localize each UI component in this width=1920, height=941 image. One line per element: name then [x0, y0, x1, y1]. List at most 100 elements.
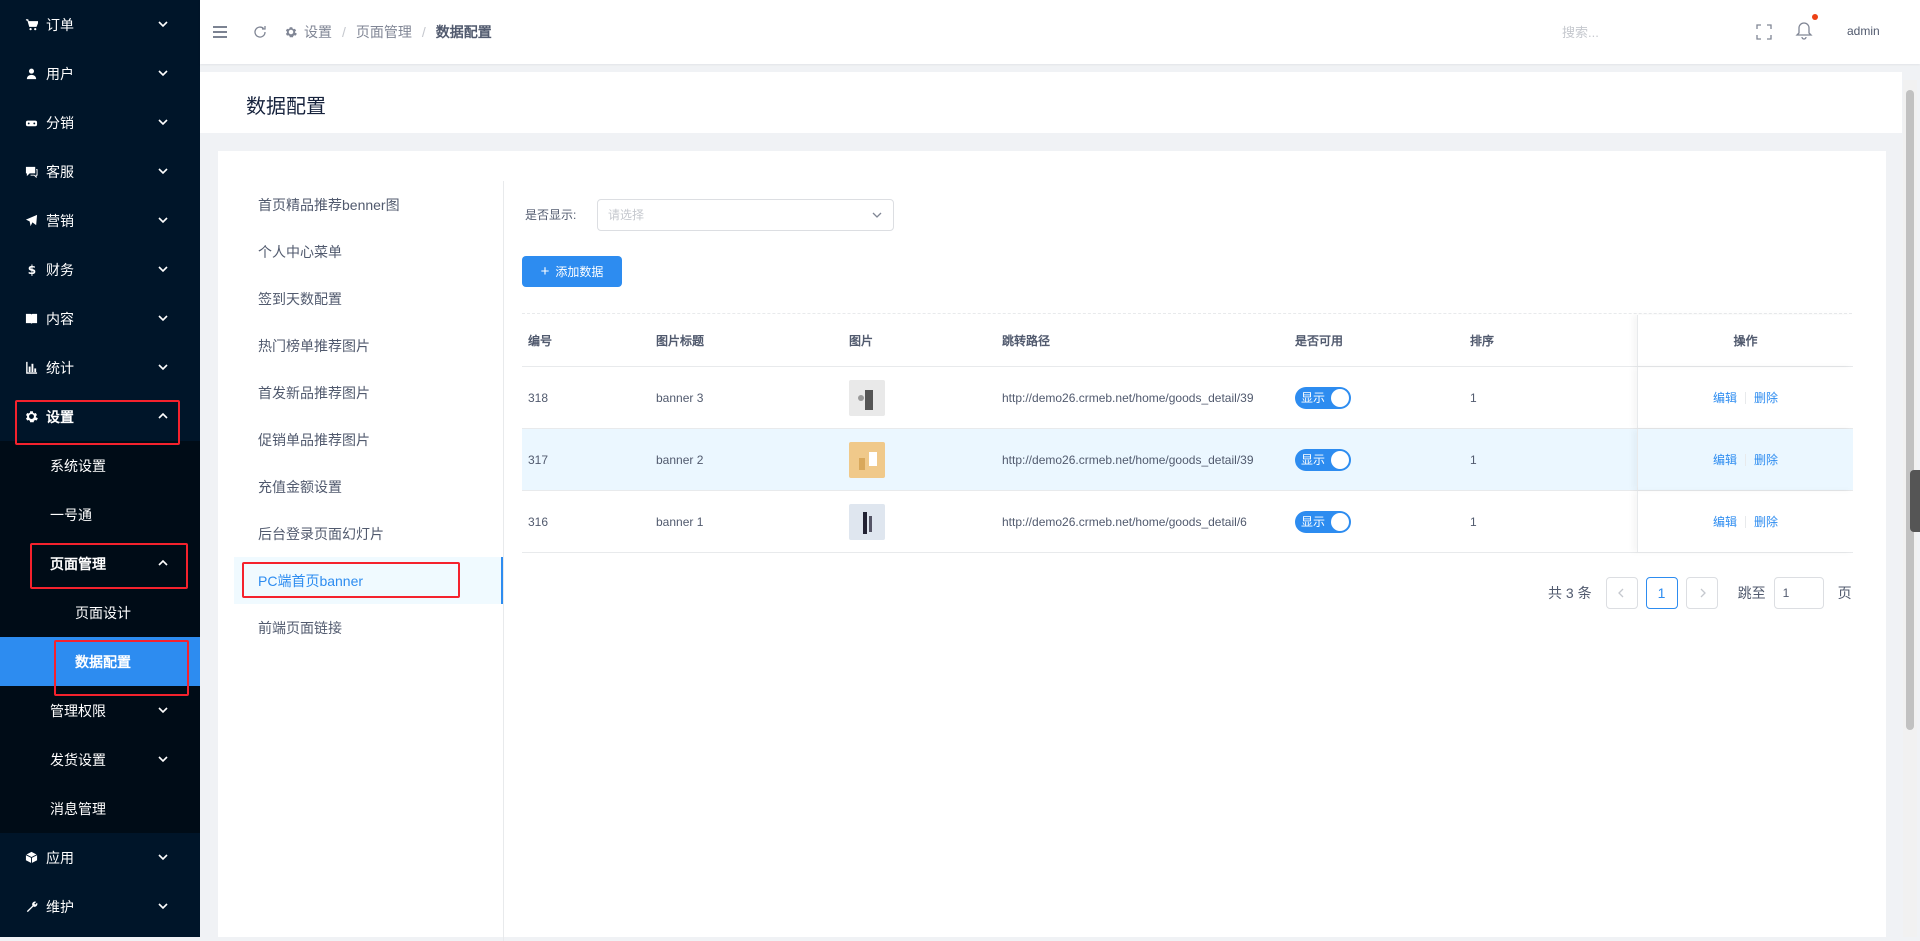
sidebar-item-data-config[interactable]: 数据配置: [0, 637, 200, 686]
pagination: 共 3 条 1 跳至 1 页: [1548, 577, 1852, 609]
book-icon: [24, 312, 38, 326]
status-toggle[interactable]: 显示: [1295, 510, 1351, 533]
sidebar-item-system-settings[interactable]: 系统设置: [0, 441, 200, 490]
delete-link[interactable]: 删除: [1754, 389, 1778, 406]
cell-image: [849, 367, 885, 428]
send-icon: [24, 214, 38, 228]
add-data-label: 添加数据: [555, 265, 604, 279]
plus-icon: +: [540, 263, 550, 280]
sidebar-item-wrench[interactable]: 维护: [0, 882, 200, 931]
sidebar-item-page-design[interactable]: 页面设计: [0, 588, 200, 637]
chevron-down-icon: [158, 315, 168, 322]
sidebar-item-cart[interactable]: 订单: [0, 0, 200, 49]
config-category-item[interactable]: PC端首页banner: [234, 557, 503, 604]
sidebar-item-label: 一号通: [50, 506, 92, 523]
sidebar-item-admin-perm[interactable]: 管理权限: [0, 686, 200, 735]
sidebar-item-send[interactable]: 营销: [0, 196, 200, 245]
display-select[interactable]: 请选择: [597, 199, 894, 231]
breadcrumb-current: 数据配置: [435, 24, 492, 40]
sidebar-item-cube[interactable]: 应用: [0, 833, 200, 882]
column-header: 图片标题: [656, 334, 705, 348]
edit-link[interactable]: 编辑: [1713, 451, 1737, 468]
chevron-down-icon: [158, 119, 168, 126]
sidebar-item-shipping[interactable]: 发货设置: [0, 735, 200, 784]
sidebar-item-label: 内容: [46, 310, 74, 327]
menu-toggle-icon[interactable]: [210, 22, 230, 42]
status-toggle[interactable]: 显示: [1295, 386, 1351, 409]
side-widget[interactable]: [1910, 470, 1920, 532]
cell-title: banner 1: [656, 514, 704, 529]
bell-icon[interactable]: [1794, 14, 1818, 41]
sidebar-item-dollar[interactable]: $ 财务: [0, 245, 200, 294]
sidebar-item-label: 财务: [46, 261, 74, 278]
breadcrumb-item[interactable]: 页面管理: [356, 22, 412, 42]
sidebar-item-label: 设置: [46, 408, 74, 425]
user-name[interactable]: admin: [1847, 24, 1880, 38]
scrollbar-thumb[interactable]: [1906, 90, 1914, 730]
chevron-up-icon: [158, 412, 168, 419]
cell-status: 显示: [1295, 491, 1351, 552]
sidebar-item-user[interactable]: 用户: [0, 49, 200, 98]
status-toggle[interactable]: 显示: [1295, 448, 1351, 471]
page-suffix: 页: [1837, 585, 1852, 601]
refresh-icon[interactable]: [250, 22, 270, 42]
divider: [1745, 515, 1746, 528]
cell-actions: 编辑 删除: [1637, 429, 1853, 490]
cart-icon: [24, 18, 38, 32]
sidebar-item-page-manage[interactable]: 页面管理: [0, 539, 200, 588]
gear-icon: [24, 410, 38, 424]
sidebar-item-settings[interactable]: 设置: [0, 392, 200, 441]
config-category-item[interactable]: 签到天数配置: [234, 275, 503, 322]
sidebar-item-distribution[interactable]: 分销: [0, 98, 200, 147]
breadcrumb-item[interactable]: 设置: [304, 22, 332, 42]
config-category-item[interactable]: 充值金额设置: [234, 463, 503, 510]
sidebar-item-label: 订单: [46, 16, 74, 33]
sidebar-item-label: 数据配置: [75, 653, 131, 670]
sidebar-item-yihaotong[interactable]: 一号通: [0, 490, 200, 539]
config-category-item[interactable]: 首发新品推荐图片: [234, 369, 503, 416]
config-category-item[interactable]: 后台登录页面幻灯片: [234, 510, 503, 557]
config-category-item[interactable]: 前端页面链接: [234, 604, 503, 651]
dollar-icon: $: [24, 263, 38, 277]
next-page-button[interactable]: [1685, 577, 1718, 609]
search-input[interactable]: 搜索...: [1562, 22, 1682, 41]
sidebar-item-bar-chart[interactable]: 统计: [0, 343, 200, 392]
user-icon: [24, 67, 38, 81]
wrench-icon: [24, 900, 38, 914]
sidebar-item-label: 管理权限: [50, 702, 106, 719]
chevron-down-icon: [158, 903, 168, 910]
page-title: 数据配置: [246, 96, 326, 118]
cell-actions: 编辑 删除: [1637, 367, 1853, 428]
cell-actions: 编辑 删除: [1637, 491, 1853, 552]
add-data-button[interactable]: + 添加数据: [522, 256, 622, 287]
sidebar-item-label: 用户: [46, 65, 74, 82]
sidebar-item-label: 分销: [46, 114, 74, 131]
delete-link[interactable]: 删除: [1754, 513, 1778, 530]
cell-title: banner 3: [656, 390, 704, 405]
banner-thumbnail[interactable]: [849, 441, 885, 478]
sidebar-item-label: 消息管理: [50, 800, 106, 817]
config-category-item[interactable]: 个人中心菜单: [234, 228, 503, 275]
sidebar-item-label: 营销: [46, 212, 74, 229]
config-category-item[interactable]: 首页精品推荐benner图: [234, 181, 503, 228]
toggle-label: 显示: [1301, 514, 1326, 529]
breadcrumb-separator: /: [421, 24, 426, 40]
banner-thumbnail[interactable]: [849, 379, 885, 416]
edit-link[interactable]: 编辑: [1713, 389, 1737, 406]
prev-page-button[interactable]: [1605, 577, 1638, 609]
jump-page-input[interactable]: 1: [1773, 577, 1824, 609]
delete-link[interactable]: 删除: [1754, 451, 1778, 468]
table-row: 316 banner 1 http://demo26.crmeb.net/home/…: [522, 491, 1853, 553]
sidebar-item-message[interactable]: 消息管理: [0, 784, 200, 833]
pagination-total: 共 3 条: [1548, 585, 1592, 601]
fullscreen-icon[interactable]: [1754, 22, 1774, 42]
column-header: 排序: [1470, 334, 1495, 348]
banner-thumbnail[interactable]: [849, 503, 885, 540]
sidebar-item-book[interactable]: 内容: [0, 294, 200, 343]
config-category-item[interactable]: 促销单品推荐图片: [234, 416, 503, 463]
page-number-button[interactable]: 1: [1645, 577, 1678, 609]
settings-submenu: 系统设置 一号通 页面管理 页面设计 数据配置 管理权限 发货设置 消息管理: [0, 441, 200, 833]
edit-link[interactable]: 编辑: [1713, 513, 1737, 530]
sidebar-item-chat[interactable]: 客服: [0, 147, 200, 196]
config-category-item[interactable]: 热门榜单推荐图片: [234, 322, 503, 369]
